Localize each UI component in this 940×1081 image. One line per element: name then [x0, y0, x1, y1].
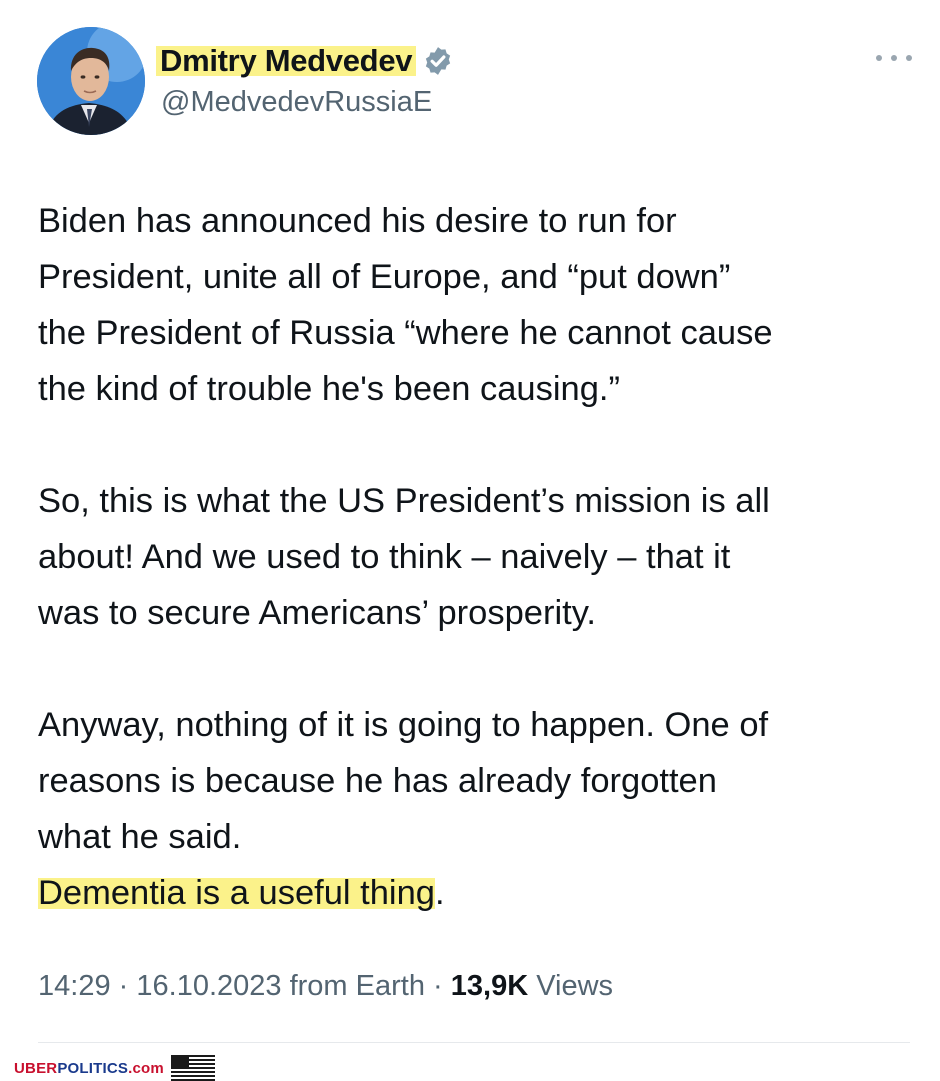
text-line: Biden has announced his desire to run fo… [38, 202, 677, 240]
dot-icon [906, 55, 912, 61]
meta-separator: · [433, 970, 443, 1002]
watermark-part-com: .com [128, 1059, 164, 1077]
text-line: So, this is what the US President’s miss… [38, 482, 770, 520]
watermark-part-politics: POLITICS [57, 1059, 129, 1077]
tweet-time[interactable]: 14:29 [38, 970, 111, 1002]
sentence-period: . [434, 874, 445, 912]
tweet-text: Biden has announced his desire to run fo… [38, 193, 918, 977]
author-avatar[interactable] [37, 27, 145, 135]
tweet-paragraph: Anyway, nothing of it is going to happen… [38, 697, 918, 921]
author-handle[interactable]: @MedvedevRussiaE [161, 86, 432, 119]
meta-separator: · [118, 970, 129, 1002]
text-line: Anyway, nothing of it is going to happen… [38, 706, 769, 744]
views-count[interactable]: 13,9K [451, 970, 528, 1002]
text-line: reasons is because he has already forgot… [38, 762, 717, 800]
tweet-date[interactable]: 16.10.2023 [136, 970, 281, 1002]
dot-icon [876, 55, 882, 61]
highlighted-text-line: Dementia is a useful thing. [38, 865, 918, 921]
text-line: President, unite all of Europe, and “put… [38, 258, 731, 296]
divider [38, 1042, 910, 1043]
text-line: what he said. [38, 818, 242, 856]
tweet-card: Dmitry Medvedev @MedvedevRussiaE Biden h… [0, 0, 940, 1081]
text-line: the President of Russia “where he cannot… [38, 314, 773, 352]
tweet-paragraph: Biden has announced his desire to run fo… [38, 193, 918, 417]
author-name-row: Dmitry Medvedev [156, 38, 454, 84]
text-line: was to secure Americans’ prosperity. [38, 594, 596, 632]
verified-badge-icon [426, 47, 451, 75]
author-display-name[interactable]: Dmitry Medvedev [156, 43, 417, 79]
text-line: the kind of trouble he's been causing.” [38, 370, 620, 408]
views-label: Views [536, 970, 614, 1002]
us-flag-icon [170, 1055, 215, 1081]
text-line: about! And we used to think – naively – … [38, 538, 731, 576]
site-watermark: UBER POLITICS .com [14, 1055, 215, 1081]
highlighted-phrase: Dementia is a useful thing [38, 874, 435, 912]
more-options-icon[interactable] [876, 50, 912, 66]
tweet-source: from Earth [289, 970, 425, 1002]
watermark-part-uber: UBER [14, 1059, 58, 1077]
avatar-photo [37, 27, 145, 135]
tweet-meta: 14:29 · 16.10.2023 from Earth · 13,9K Vi… [38, 970, 613, 1003]
tweet-paragraph: So, this is what the US President’s miss… [38, 473, 918, 641]
dot-icon [891, 55, 897, 61]
